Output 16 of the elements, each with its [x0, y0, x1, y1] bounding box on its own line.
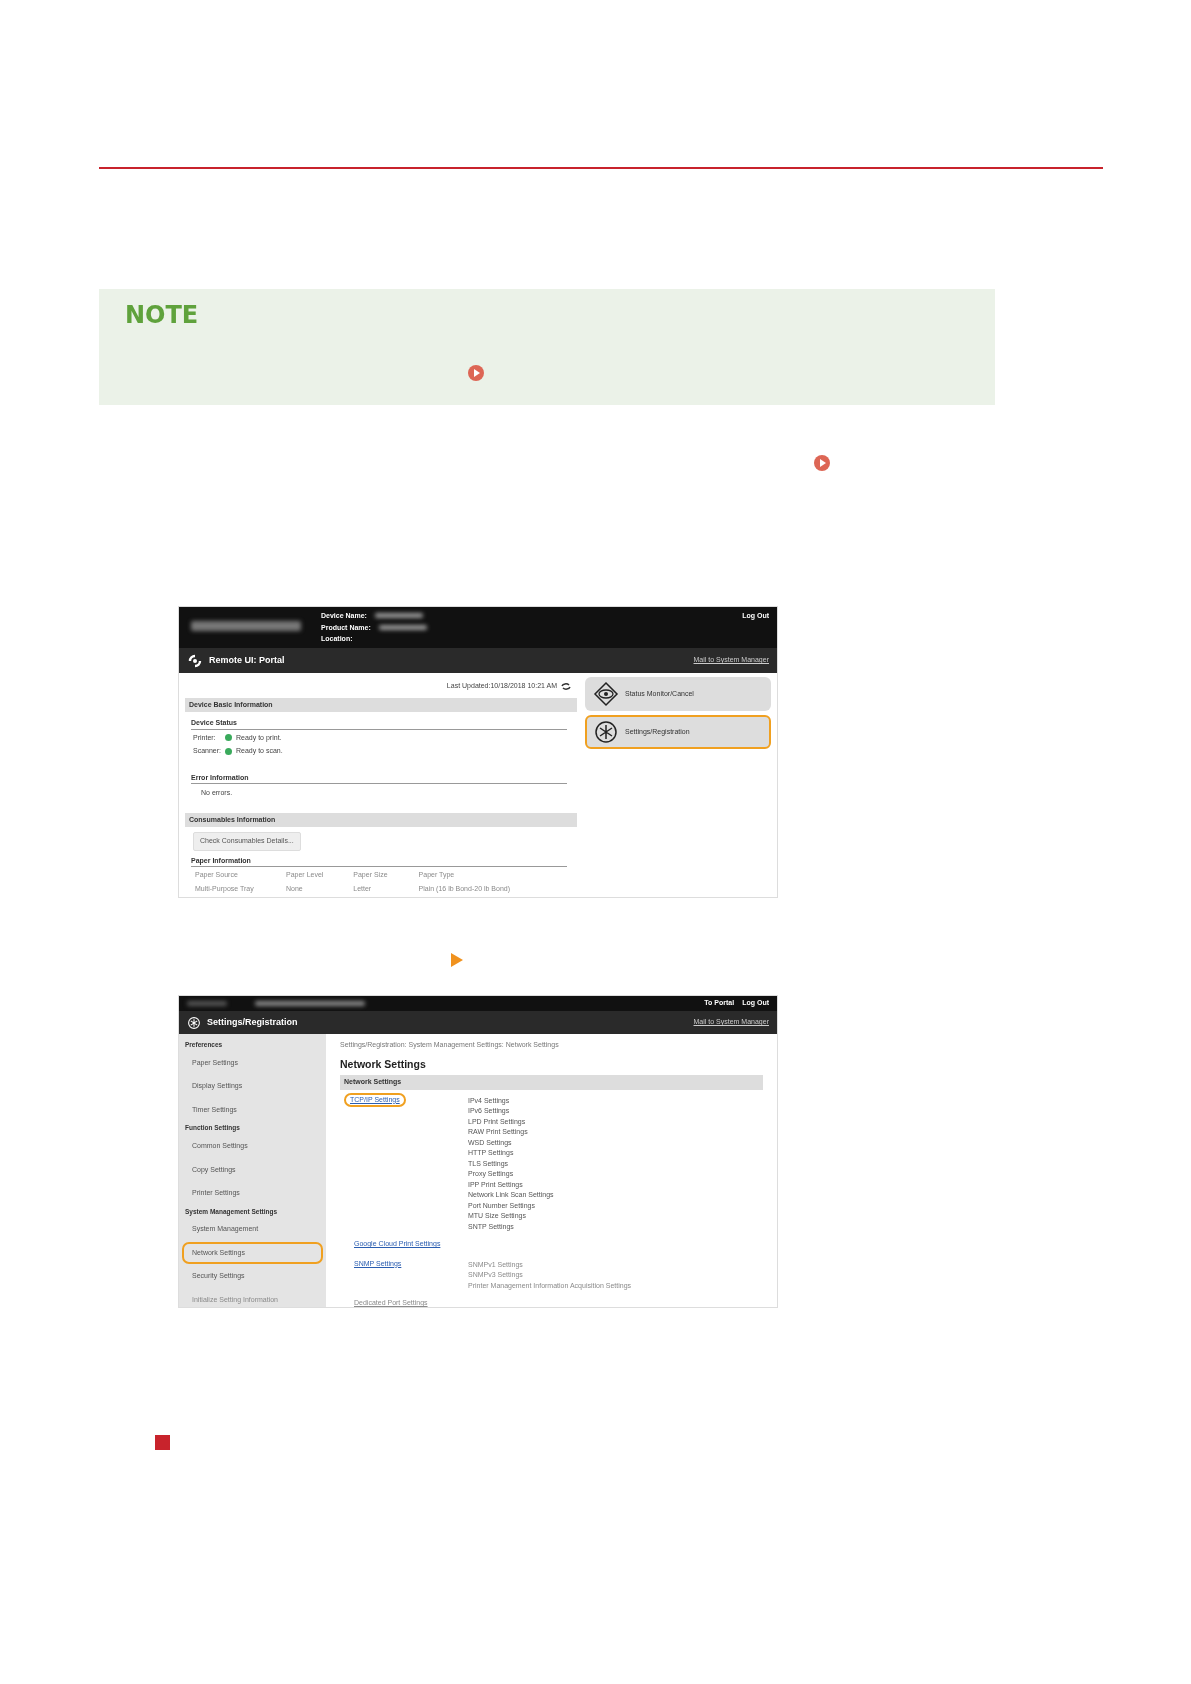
play-circle-icon	[467, 364, 485, 382]
eye-icon	[593, 681, 619, 707]
page-title: Remote UI: Portal	[209, 653, 285, 667]
portal-logo-icon	[187, 652, 203, 669]
asterisk-icon	[593, 719, 619, 745]
blurred-text	[378, 624, 427, 630]
asterisk-icon	[187, 1015, 201, 1030]
page-title: Settings/Registration	[207, 1015, 298, 1029]
play-circle-icon	[813, 454, 831, 472]
note-title: NOTE	[125, 303, 200, 327]
blurred-text	[187, 1001, 227, 1006]
bullet-square	[155, 1435, 170, 1450]
blurred-text	[374, 613, 423, 618]
arrow-icon	[450, 952, 464, 968]
refresh-icon	[561, 681, 571, 691]
page-heading: Network Settings	[340, 1056, 427, 1072]
